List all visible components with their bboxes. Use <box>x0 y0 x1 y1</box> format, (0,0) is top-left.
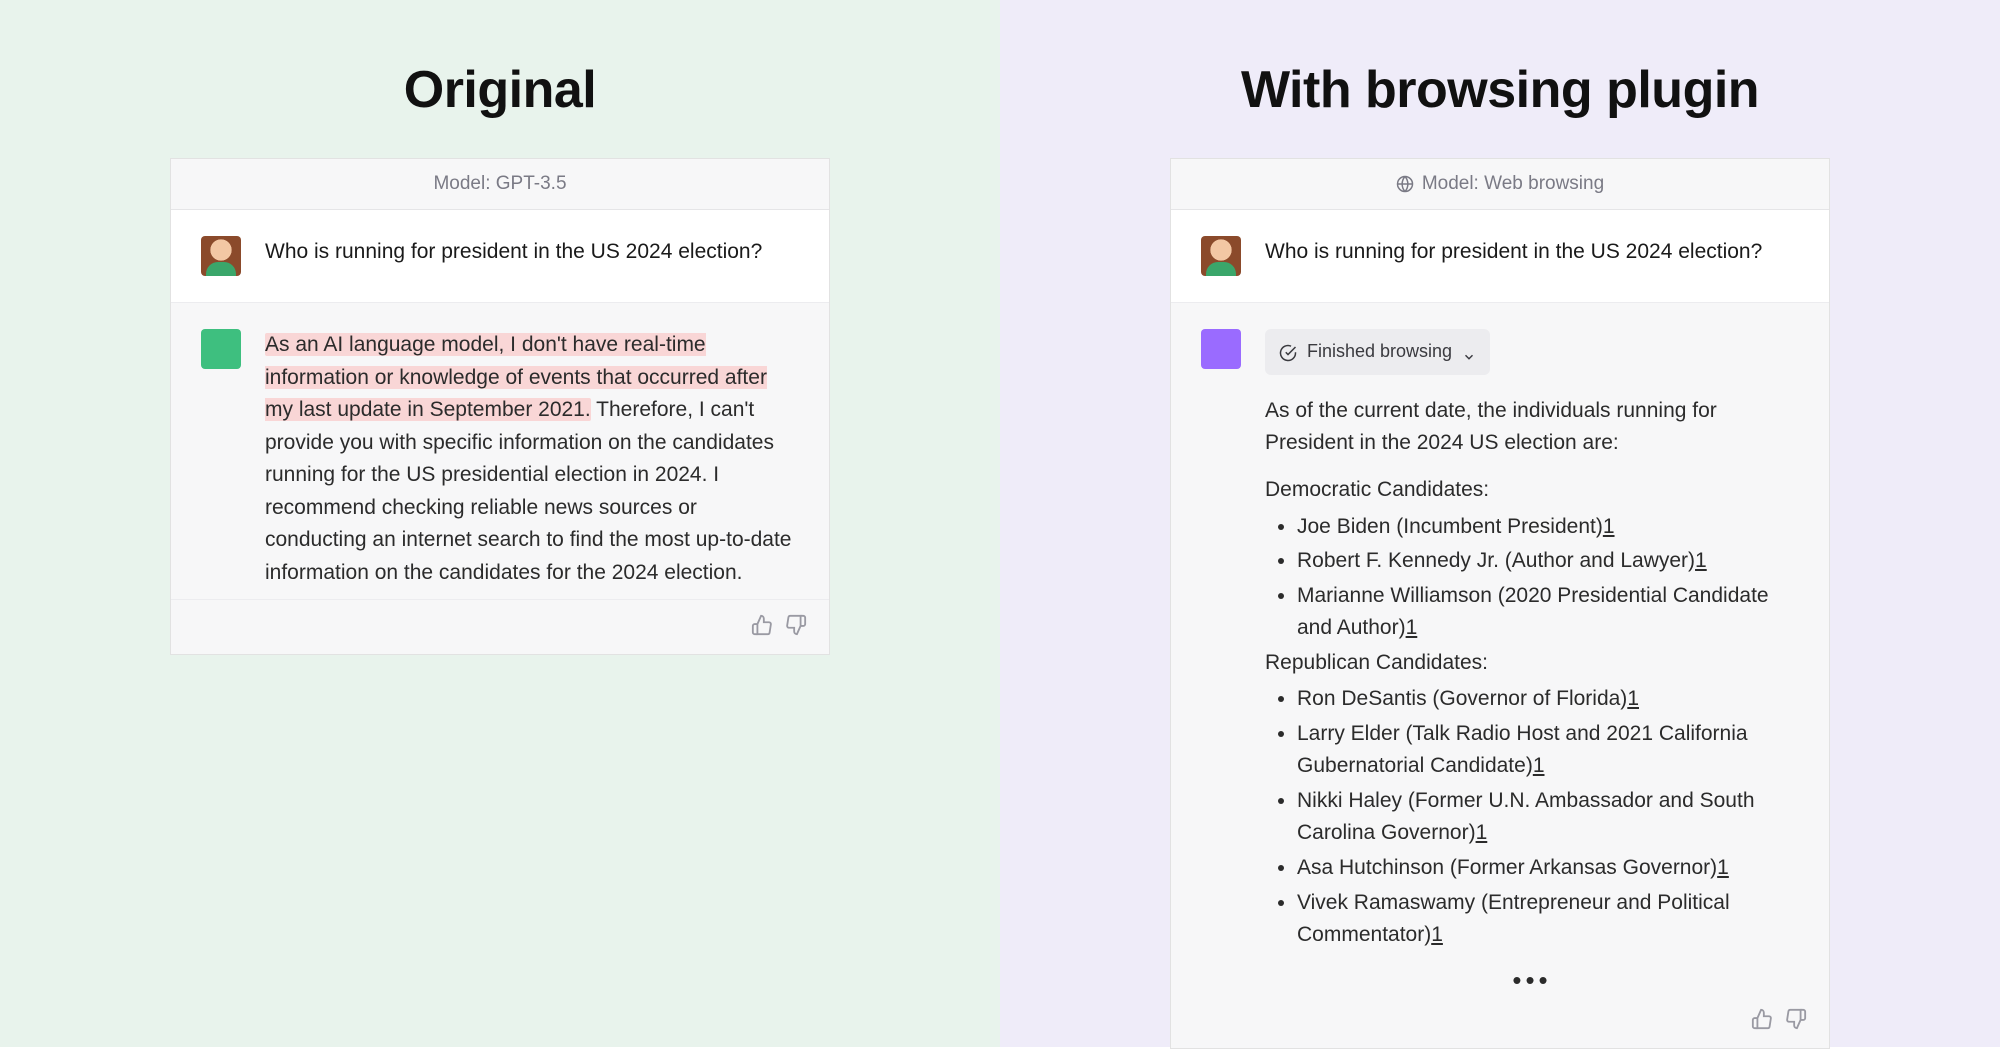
candidate-text: Ron DeSantis (Governor of Florida) <box>1297 687 1627 710</box>
candidate-text: Nikki Haley (Former U.N. Ambassador and … <box>1297 789 1755 845</box>
candidate-text: Asa Hutchinson (Former Arkansas Governor… <box>1297 856 1717 879</box>
model-label: Model: GPT-3.5 <box>433 173 566 195</box>
citation-link[interactable]: 1 <box>1627 687 1639 710</box>
list-item: Vivek Ramaswamy (Entrepreneur and Politi… <box>1297 887 1799 952</box>
chevron-down-icon <box>1462 345 1476 359</box>
list-item: Marianne Williamson (2020 Presidential C… <box>1297 580 1799 645</box>
candidate-text: Vivek Ramaswamy (Entrepreneur and Politi… <box>1297 891 1730 947</box>
thumbs-down-icon[interactable] <box>1785 1008 1807 1030</box>
citation-link[interactable]: 1 <box>1533 754 1545 777</box>
globe-icon <box>1396 175 1414 193</box>
panel-title-original: Original <box>404 60 596 120</box>
browsing-status-pill[interactable]: Finished browsing <box>1265 329 1490 375</box>
list-item: Nikki Haley (Former U.N. Ambassador and … <box>1297 785 1799 850</box>
user-message-row: Who is running for president in the US 2… <box>171 210 829 303</box>
list-item: Larry Elder (Talk Radio Host and 2021 Ca… <box>1297 718 1799 783</box>
user-question: Who is running for president in the US 2… <box>265 236 799 276</box>
user-avatar-icon <box>201 236 241 276</box>
republican-header: Republican Candidates: <box>1265 647 1799 680</box>
assistant-message-row: As an AI language model, I don't have re… <box>171 303 829 600</box>
chat-card-original: Model: GPT-3.5 Who is running for presid… <box>170 158 830 655</box>
citation-link[interactable]: 1 <box>1695 549 1707 572</box>
thumbs-up-icon[interactable] <box>1751 1008 1773 1030</box>
chat-card-browsing: Model: Web browsing Who is running for p… <box>1170 158 1830 1049</box>
assistant-avatar-icon <box>1201 329 1241 369</box>
check-circle-icon <box>1279 343 1297 361</box>
feedback-row <box>171 600 829 654</box>
model-bar: Model: Web browsing <box>1171 159 1829 210</box>
citation-link[interactable]: 1 <box>1431 923 1443 946</box>
answer-rest-span: Therefore, I can't provide you with spec… <box>265 398 792 584</box>
user-avatar-icon <box>1201 236 1241 276</box>
truncation-ellipsis: ••• <box>1265 954 1799 1000</box>
candidate-text: Marianne Williamson (2020 Presidential C… <box>1297 584 1769 640</box>
citation-link[interactable]: 1 <box>1406 616 1418 639</box>
list-item: Joe Biden (Incumbent President)1 <box>1297 511 1799 544</box>
original-panel: Original Model: GPT-3.5 Who is running f… <box>0 0 1000 1047</box>
assistant-avatar-icon <box>201 329 241 369</box>
assistant-message-row: Finished browsing As of the current date… <box>1171 303 1829 1048</box>
citation-link[interactable]: 1 <box>1476 821 1488 844</box>
candidate-text: Robert F. Kennedy Jr. (Author and Lawyer… <box>1297 549 1695 572</box>
republican-list: Ron DeSantis (Governor of Florida)1Larry… <box>1265 683 1799 951</box>
user-question: Who is running for president in the US 2… <box>1265 236 1799 276</box>
feedback-row <box>1751 1008 1807 1030</box>
thumbs-up-icon[interactable] <box>751 614 773 636</box>
thumbs-down-icon[interactable] <box>785 614 807 636</box>
list-item: Robert F. Kennedy Jr. (Author and Lawyer… <box>1297 545 1799 578</box>
democratic-list: Joe Biden (Incumbent President)1Robert F… <box>1265 511 1799 645</box>
browsing-status-label: Finished browsing <box>1307 338 1452 366</box>
assistant-answer: As an AI language model, I don't have re… <box>265 329 799 589</box>
model-bar: Model: GPT-3.5 <box>171 159 829 210</box>
browsing-panel: With browsing plugin Model: Web browsing… <box>1000 0 2000 1047</box>
assistant-answer: Finished browsing As of the current date… <box>1265 329 1799 1000</box>
candidate-text: Larry Elder (Talk Radio Host and 2021 Ca… <box>1297 722 1748 778</box>
model-label: Model: Web browsing <box>1422 173 1604 195</box>
democratic-header: Democratic Candidates: <box>1265 474 1799 507</box>
candidate-text: Joe Biden (Incumbent President) <box>1297 515 1603 538</box>
panel-title-browsing: With browsing plugin <box>1241 60 1759 120</box>
answer-intro: As of the current date, the individuals … <box>1265 395 1799 460</box>
citation-link[interactable]: 1 <box>1603 515 1615 538</box>
list-item: Ron DeSantis (Governor of Florida)1 <box>1297 683 1799 716</box>
list-item: Asa Hutchinson (Former Arkansas Governor… <box>1297 852 1799 885</box>
user-message-row: Who is running for president in the US 2… <box>1171 210 1829 303</box>
citation-link[interactable]: 1 <box>1717 856 1729 879</box>
